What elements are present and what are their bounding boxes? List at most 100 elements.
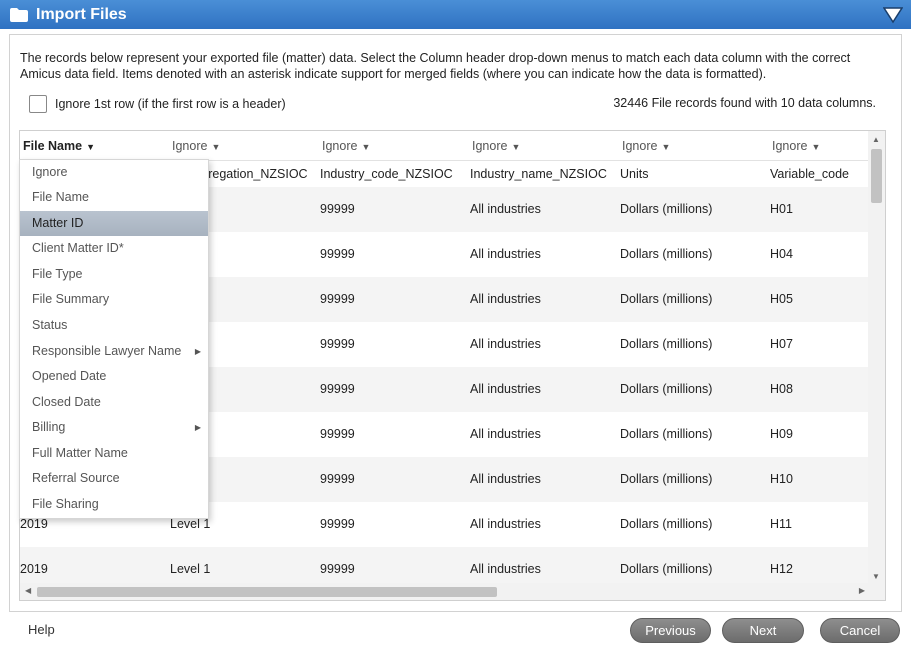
menu-item-label: Ignore xyxy=(32,165,68,179)
table-cell: 99999 xyxy=(320,562,355,576)
menu-item-file-type[interactable]: File Type xyxy=(20,262,208,287)
menu-item-label: Full Matter Name xyxy=(32,446,128,460)
table-cell: Level 1 xyxy=(170,517,211,531)
table-cell: 99999 xyxy=(320,517,355,531)
table-cell: All industries xyxy=(470,247,541,261)
table-cell: Dollars (millions) xyxy=(620,472,713,486)
window-title: Import Files xyxy=(36,5,127,23)
menu-item-label: File Sharing xyxy=(32,497,99,511)
menu-item-full-matter-name[interactable]: Full Matter Name xyxy=(20,441,208,466)
column-header-4[interactable]: Ignore ▼ xyxy=(622,139,670,153)
next-button[interactable]: Next xyxy=(722,618,804,643)
horizontal-scrollbar[interactable]: ◀ ▶ xyxy=(20,583,885,600)
table-cell: Dollars (millions) xyxy=(620,202,713,216)
table-cell: 99999 xyxy=(320,382,355,396)
vertical-scrollbar[interactable]: ▲ ▼ xyxy=(868,131,885,585)
table-cell: Level 1 xyxy=(170,562,211,576)
menu-item-ignore[interactable]: Ignore xyxy=(20,160,208,185)
menu-item-billing[interactable]: Billing ▶ xyxy=(20,415,208,440)
column-header-label: Ignore xyxy=(172,139,208,153)
table-cell: 99999 xyxy=(320,337,355,351)
caret-down-icon[interactable]: ▼ xyxy=(511,142,520,152)
table-cell: 99999 xyxy=(320,472,355,486)
table-cell: All industries xyxy=(470,337,541,351)
table-cell: 2019 xyxy=(20,562,48,576)
menu-item-closed-date[interactable]: Closed Date xyxy=(20,390,208,415)
table-cell: 99999 xyxy=(320,427,355,441)
column-header-3[interactable]: Ignore ▼ xyxy=(472,139,520,153)
column-header-label: Ignore xyxy=(772,139,808,153)
menu-item-matter-id[interactable]: Matter ID xyxy=(20,211,208,236)
table-cell: 99999 xyxy=(320,247,355,261)
table-cell: All industries xyxy=(470,292,541,306)
triangle-down-icon[interactable] xyxy=(882,6,904,24)
menu-item-label: Status xyxy=(32,318,68,332)
table-cell: Dollars (millions) xyxy=(620,337,713,351)
menu-item-label: Closed Date xyxy=(32,395,101,409)
table-cell: Industry_name_NZSIOC xyxy=(470,167,607,181)
table-cell: 99999 xyxy=(320,292,355,306)
ignore-first-row-checkbox[interactable] xyxy=(29,95,47,113)
menu-item-label: Referral Source xyxy=(32,471,120,485)
table-cell: Dollars (millions) xyxy=(620,427,713,441)
menu-item-file-name[interactable]: File Name xyxy=(20,185,208,210)
menu-item-file-sharing[interactable]: File Sharing xyxy=(20,492,208,517)
title-bar: Import Files xyxy=(0,0,911,29)
caret-right-icon: ▶ xyxy=(194,347,201,356)
table-cell: Units xyxy=(620,167,649,181)
help-link[interactable]: Help xyxy=(28,622,55,637)
column-header-2[interactable]: Ignore ▼ xyxy=(322,139,370,153)
column-header-5[interactable]: Ignore ▼ xyxy=(772,139,820,153)
caret-down-icon[interactable]: ▼ xyxy=(811,142,820,152)
column-mapping-dropdown: Ignore File Name Matter ID Client Matter ID… xyxy=(19,159,209,519)
grid-header: File Name ▼ Ignore ▼ Ignore ▼ Ignore ▼ Ignore ▼ Ig… xyxy=(20,131,869,161)
scroll-down-icon[interactable]: ▼ xyxy=(872,572,880,581)
folder-icon xyxy=(10,7,28,22)
column-header-0[interactable]: File Name ▼ xyxy=(23,139,95,153)
table-cell: Dollars (millions) xyxy=(620,382,713,396)
table-cell: All industries xyxy=(470,202,541,216)
caret-right-icon: ▶ xyxy=(194,423,201,432)
menu-item-file-summary[interactable]: File Summary xyxy=(20,287,208,312)
column-header-label: Ignore xyxy=(622,139,658,153)
column-header-label: Ignore xyxy=(322,139,358,153)
instructions-text: The records below represent your exporte… xyxy=(20,51,851,81)
column-header-label: File Name xyxy=(23,139,83,153)
table-cell: Dollars (millions) xyxy=(620,247,713,261)
table-cell: 2019 xyxy=(20,517,48,531)
scroll-up-icon[interactable]: ▲ xyxy=(872,135,880,144)
table-cell: Dollars (millions) xyxy=(620,562,713,576)
horizontal-scroll-thumb[interactable] xyxy=(37,587,497,597)
ignore-first-row-option[interactable]: Ignore 1st row (if the first row is a he… xyxy=(29,95,286,113)
table-cell: Dollars (millions) xyxy=(620,292,713,306)
menu-item-label: Billing xyxy=(32,420,66,434)
table-cell: All industries xyxy=(470,472,541,486)
column-header-label: Ignore xyxy=(472,139,508,153)
menu-item-client-matter-id[interactable]: Client Matter ID* xyxy=(20,236,208,261)
menu-item-opened-date[interactable]: Opened Date xyxy=(20,364,208,389)
vertical-scroll-thumb[interactable] xyxy=(871,149,882,203)
menu-item-status[interactable]: Status xyxy=(20,313,208,338)
menu-item-label: Client Matter ID* xyxy=(32,241,124,255)
menu-item-responsible-lawyer-name[interactable]: Responsible Lawyer Name ▶ xyxy=(20,339,208,364)
previous-button[interactable]: Previous xyxy=(630,618,711,643)
table-cell: All industries xyxy=(470,427,541,441)
scroll-left-icon[interactable]: ◀ xyxy=(25,586,31,595)
table-cell: All industries xyxy=(470,517,541,531)
caret-down-icon[interactable]: ▼ xyxy=(661,142,670,152)
table-cell: 99999 xyxy=(320,202,355,216)
table-cell: All industries xyxy=(470,382,541,396)
scroll-right-icon[interactable]: ▶ xyxy=(859,586,865,595)
ignore-first-row-label: Ignore 1st row (if the first row is a he… xyxy=(55,97,286,111)
records-found-text: 32446 File records found with 10 data co… xyxy=(613,96,876,110)
menu-item-label: File Summary xyxy=(32,292,110,306)
caret-down-icon[interactable]: ▼ xyxy=(361,142,370,152)
cancel-button[interactable]: Cancel xyxy=(820,618,900,643)
menu-item-label: Matter ID xyxy=(32,216,84,230)
table-cell: Dollars (millions) xyxy=(620,517,713,531)
caret-down-icon[interactable]: ▼ xyxy=(211,142,220,152)
column-header-1[interactable]: Ignore ▼ xyxy=(172,139,220,153)
menu-item-label: Responsible Lawyer Name xyxy=(32,344,182,358)
caret-down-icon[interactable]: ▼ xyxy=(86,142,95,152)
menu-item-referral-source[interactable]: Referral Source xyxy=(20,466,208,491)
